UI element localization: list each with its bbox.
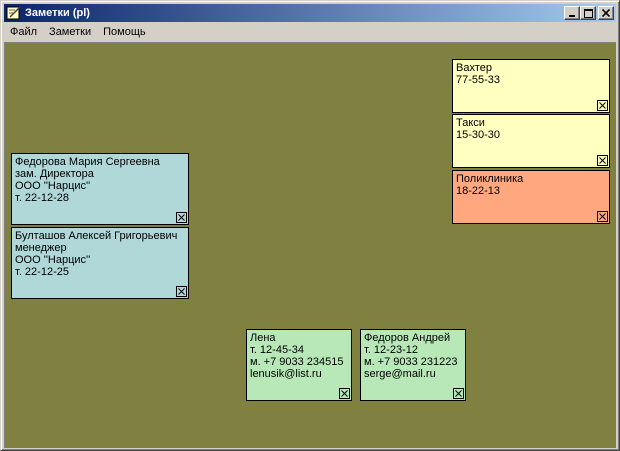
notes-workspace[interactable]: Вахтер 77-55-33 Такси 15-30-30 Поликлини… — [4, 42, 616, 448]
menu-help[interactable]: Помощь — [97, 24, 152, 41]
note-line: ООО ''Нарцис'' — [15, 254, 91, 266]
note-line: serge@mail.ru — [364, 368, 436, 380]
note-line: Федоров Андрей — [364, 332, 451, 344]
menu-bar: Файл Заметки Помощь — [4, 23, 616, 42]
note-line: т. 22-12-28 — [15, 192, 69, 204]
note-close-button[interactable] — [176, 286, 187, 297]
close-icon — [599, 157, 606, 164]
note-close-button[interactable] — [597, 211, 608, 222]
close-icon — [178, 214, 185, 221]
note-watchman[interactable]: Вахтер 77-55-33 — [452, 59, 610, 113]
close-icon — [602, 9, 610, 17]
note-line: 18-22-13 — [456, 185, 501, 197]
minimize-icon — [569, 15, 575, 17]
menu-file[interactable]: Файл — [4, 24, 43, 41]
note-close-button[interactable] — [453, 388, 464, 399]
note-line: lenusik@list.ru — [250, 368, 322, 380]
window-title: Заметки (pl) — [25, 7, 90, 19]
title-bar[interactable]: Заметки (pl) — [4, 4, 616, 22]
note-line: ООО ''Нарцис'' — [15, 180, 91, 192]
note-line: т. 12-45-34 — [250, 344, 304, 356]
close-icon — [178, 288, 185, 295]
close-button[interactable] — [598, 6, 614, 20]
note-line: Поликлиника — [456, 173, 524, 185]
note-close-button[interactable] — [176, 212, 187, 223]
note-line: т. 12-23-12 — [364, 344, 418, 356]
close-icon — [341, 390, 348, 397]
close-icon — [599, 102, 606, 109]
note-line: м. +7 9033 234515 — [250, 356, 344, 368]
note-line: Федорова Мария Сергеевна — [15, 156, 160, 168]
note-taxi[interactable]: Такси 15-30-30 — [452, 114, 610, 168]
note-line: м. +7 9033 231223 — [364, 356, 458, 368]
app-window: Заметки (pl) Файл Заметки Помощь Вахтер … — [0, 0, 620, 451]
minimize-button[interactable] — [564, 6, 580, 20]
note-line: 15-30-30 — [456, 129, 501, 141]
note-fedorov[interactable]: Федоров Андрей т. 12-23-12 м. +7 9033 23… — [360, 329, 466, 401]
note-close-button[interactable] — [597, 100, 608, 111]
note-line: Вахтер — [456, 62, 492, 74]
note-bultashov[interactable]: Булташов Алексей Григорьевич менеджер ОО… — [11, 227, 189, 299]
window-controls — [564, 6, 614, 20]
close-icon — [599, 213, 606, 220]
note-line: Лена — [250, 332, 276, 344]
note-line: т. 22-12-25 — [15, 266, 69, 278]
note-lena[interactable]: Лена т. 12-45-34 м. +7 9033 234515 lenus… — [246, 329, 352, 401]
menu-notes[interactable]: Заметки — [43, 24, 97, 41]
note-line: менеджер — [15, 242, 67, 254]
note-line: Такси — [456, 117, 485, 129]
note-clinic[interactable]: Поликлиника 18-22-13 — [452, 170, 610, 224]
maximize-icon — [583, 8, 593, 18]
notes-app-icon[interactable] — [6, 5, 22, 21]
note-close-button[interactable] — [339, 388, 350, 399]
close-icon — [455, 390, 462, 397]
note-close-button[interactable] — [597, 155, 608, 166]
note-line: зам. Директора — [15, 168, 94, 180]
note-line: 77-55-33 — [456, 74, 501, 86]
note-fedorova[interactable]: Федорова Мария Сергеевна зам. Директора … — [11, 153, 189, 225]
maximize-button[interactable] — [580, 6, 596, 20]
note-line: Булташов Алексей Григорьевич — [15, 230, 178, 242]
